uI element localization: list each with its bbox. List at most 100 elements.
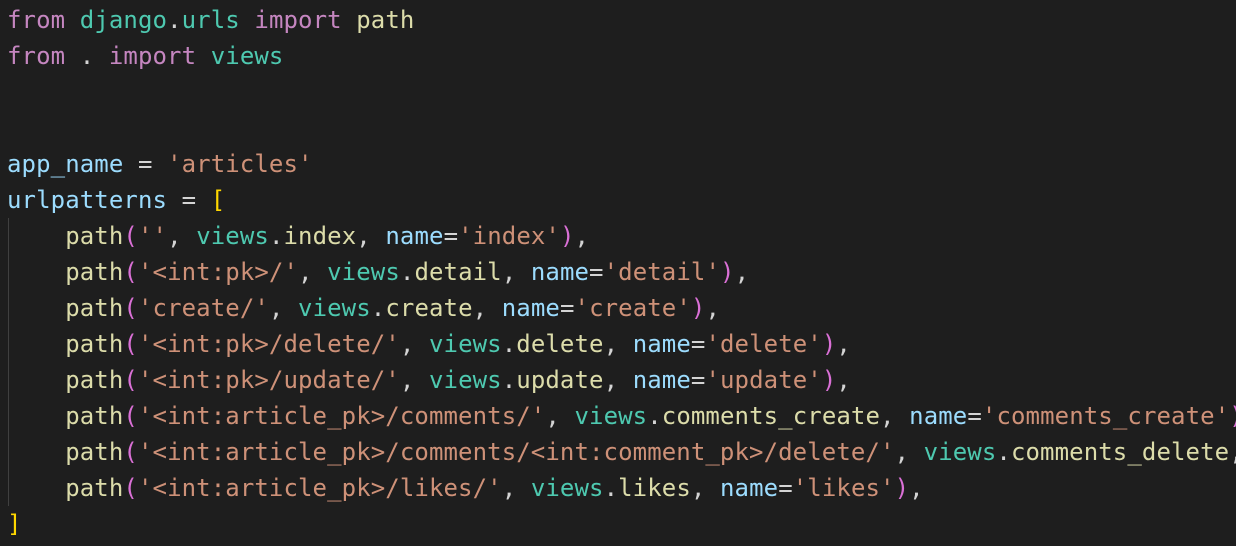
code-line[interactable]: path('<int:pk>/delete/', views.delete, n…: [7, 326, 851, 362]
code-token: name: [530, 258, 590, 286]
code-line[interactable]: path('<int:pk>/', views.detail, name='de…: [7, 254, 749, 290]
code-token: ): [894, 474, 910, 502]
code-token: =: [559, 294, 575, 322]
code-line[interactable]: path('create/', views.create, name='crea…: [7, 290, 720, 326]
code-token: path: [65, 366, 124, 394]
code-token: likes: [618, 474, 691, 502]
code-token: path: [65, 474, 124, 502]
code-token: ,: [399, 330, 429, 358]
code-token: =: [778, 474, 793, 502]
code-token: ,: [472, 294, 502, 322]
code-token: '<int:article_pk>/comments/<int:comment_…: [137, 438, 895, 466]
code-token: views: [210, 42, 284, 70]
code-token: ,: [836, 330, 851, 358]
code-line[interactable]: app_name = 'articles': [7, 146, 313, 182]
code-token: (: [123, 366, 138, 394]
code-line[interactable]: path('<int:pk>/update/', views.update, n…: [7, 362, 851, 398]
code-token: import: [254, 6, 342, 34]
code-token: 'index': [458, 222, 560, 250]
code-token: name: [719, 474, 779, 502]
code-token: import: [108, 42, 197, 70]
code-token: from: [7, 42, 66, 70]
code-token: 'articles': [167, 150, 313, 178]
code-token: ): [821, 366, 837, 394]
code-token: urls: [181, 6, 240, 34]
code-token: views: [298, 294, 371, 322]
code-token: path: [356, 6, 415, 34]
code-token: views: [574, 402, 648, 430]
code-token: views: [428, 330, 502, 358]
code-token: delete: [516, 330, 604, 358]
code-token: ,: [909, 474, 924, 502]
code-token: path: [65, 402, 124, 430]
code-token: views: [327, 258, 400, 286]
code-line[interactable]: path('<int:article_pk>/likes/', views.li…: [7, 470, 924, 506]
code-token: ,: [894, 438, 924, 466]
code-token: ,: [603, 330, 633, 358]
code-token: views: [530, 474, 604, 502]
code-token: =: [167, 186, 211, 214]
code-token: '<int:article_pk>/comments/': [137, 402, 546, 430]
code-token: .: [647, 402, 662, 430]
code-line[interactable]: from django.urls import path: [7, 2, 414, 38]
code-token: (: [123, 258, 138, 286]
code-token: ,: [690, 474, 720, 502]
code-token: .: [65, 42, 109, 70]
code-token: urlpatterns: [7, 186, 168, 214]
code-token: path: [65, 258, 124, 286]
code-token: views: [196, 222, 269, 250]
code-line[interactable]: path('', views.index, name='index'),: [7, 218, 589, 254]
code-line[interactable]: ]: [7, 506, 22, 542]
code-token: ]: [7, 510, 22, 538]
code-token: name: [501, 294, 560, 322]
code-token: ,: [880, 402, 910, 430]
code-token: .: [603, 474, 619, 502]
code-token: ,: [603, 366, 633, 394]
code-token: ,: [298, 258, 328, 286]
code-token: =: [967, 402, 982, 430]
code-token: [: [210, 186, 226, 214]
code-token: ,: [836, 366, 851, 394]
code-token: 'create/': [137, 294, 269, 322]
code-line[interactable]: path('<int:article_pk>/comments/', views…: [7, 398, 1236, 434]
code-token: .: [501, 366, 517, 394]
code-token: 'detail': [603, 258, 721, 286]
code-line[interactable]: urlpatterns = [: [7, 182, 225, 218]
code-token: ): [821, 330, 837, 358]
code-token: .: [501, 330, 517, 358]
code-token: .: [399, 258, 415, 286]
code-token: (: [123, 330, 138, 358]
code-token: create: [385, 294, 473, 322]
code-token: name: [632, 330, 691, 358]
code-token: views: [428, 366, 502, 394]
code-token: ,: [399, 366, 429, 394]
code-token: path: [65, 330, 124, 358]
code-token: ): [720, 258, 735, 286]
code-token: name: [909, 402, 968, 430]
code-line[interactable]: from . import views: [7, 38, 283, 74]
code-token: ): [1229, 402, 1236, 430]
code-token: 'comments_create': [981, 402, 1230, 430]
code-token: 'create': [574, 294, 691, 322]
code-token: ): [559, 222, 575, 250]
code-token: ,: [501, 258, 531, 286]
code-token: (: [123, 438, 138, 466]
code-line[interactable]: path('<int:article_pk>/comments/<int:com…: [7, 434, 1236, 470]
code-token: ,: [574, 222, 590, 250]
code-token: 'delete': [705, 330, 822, 358]
code-editor[interactable]: from django.urls import path from . impor…: [0, 0, 1236, 546]
code-token: =: [443, 222, 459, 250]
code-token: '<int:article_pk>/likes/': [137, 474, 502, 502]
code-token: index: [283, 222, 357, 250]
code-token: views: [923, 438, 997, 466]
code-token: from: [7, 6, 66, 34]
